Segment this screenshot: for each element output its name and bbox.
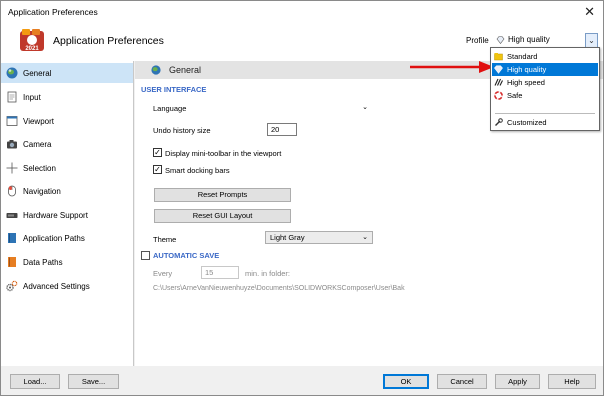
input-page-icon: [7, 91, 17, 103]
reset-gui-layout-button[interactable]: Reset GUI Layout: [154, 209, 291, 223]
sidebar-item-advanced-settings[interactable]: Advanced Settings: [1, 276, 133, 296]
hardware-icon: [6, 213, 18, 218]
crosshair-icon: [6, 162, 18, 174]
sidebar-item-label: Input: [23, 93, 41, 102]
lifebuoy-icon: [494, 91, 503, 100]
sidebar-item-label: Selection: [23, 164, 56, 173]
user-interface-section-title: USER INTERFACE: [141, 85, 207, 94]
profile-option-label: High speed: [507, 78, 545, 87]
profile-option-safe[interactable]: Safe: [492, 89, 598, 102]
autosave-interval-field[interactable]: 15: [201, 266, 239, 279]
chevron-down-icon: ⌄: [362, 104, 368, 111]
dialog-footer: Load... Save... OK Cancel Apply Help: [1, 366, 603, 395]
theme-value: Light Gray: [270, 233, 305, 242]
automatic-save-checkbox[interactable]: [141, 251, 150, 260]
globe-icon: [151, 65, 161, 75]
sidebar-item-label: Camera: [23, 140, 52, 149]
minutes-in-folder-label: min. in folder:: [245, 269, 291, 278]
sidebar-item-label: Advanced Settings: [23, 282, 90, 291]
profile-dropdown-list: Standard High quality High speed Safe Cu…: [490, 47, 600, 131]
dropdown-separator: [495, 113, 595, 114]
sidebar-item-label: Data Paths: [23, 258, 63, 267]
annotation-arrow: [410, 61, 494, 73]
apply-button[interactable]: Apply: [495, 374, 540, 389]
every-label: Every: [153, 269, 173, 278]
sidebar-item-viewport[interactable]: Viewport: [1, 111, 133, 131]
ok-button[interactable]: OK: [383, 374, 429, 389]
automatic-save-section-title: AUTOMATIC SAVE: [153, 251, 220, 260]
mini-toolbar-checkbox[interactable]: ✓: [153, 148, 162, 157]
sidebar-item-application-paths[interactable]: Application Paths: [1, 228, 133, 248]
profile-option-label: Standard: [507, 52, 538, 61]
viewport-icon: [6, 116, 18, 126]
profile-option-standard[interactable]: Standard: [492, 50, 598, 63]
theme-select[interactable]: Light Gray ⌄: [265, 231, 373, 244]
sidebar-item-selection[interactable]: Selection: [1, 158, 133, 178]
chevron-down-icon[interactable]: ⌄: [585, 33, 598, 48]
mini-toolbar-label: Display mini-toolbar in the viewport: [165, 149, 282, 158]
autosave-folder-path[interactable]: C:\Users\ArneVanNieuwenhuyze\Documents\S…: [153, 285, 405, 292]
chevron-down-icon: ⌄: [362, 234, 368, 241]
smart-docking-label: Smart docking bars: [165, 166, 230, 175]
reset-prompts-button[interactable]: Reset Prompts: [154, 188, 291, 202]
sidebar-item-label: Hardware Support: [23, 211, 88, 220]
load-button[interactable]: Load...: [10, 374, 60, 389]
sidebar-item-input[interactable]: Input: [1, 87, 133, 107]
profile-option-customized[interactable]: Customized: [492, 116, 598, 129]
theme-label: Theme: [153, 235, 177, 244]
sidebar-item-camera[interactable]: Camera: [1, 134, 133, 154]
gears-icon: [6, 280, 18, 292]
undo-history-label: Undo history size: [153, 126, 211, 135]
diamond-icon: [494, 65, 503, 74]
language-select[interactable]: ⌄: [265, 101, 373, 114]
profile-option-high-speed[interactable]: High speed: [492, 76, 598, 89]
profile-option-label: Customized: [507, 118, 547, 127]
profile-selected-value: High quality: [508, 35, 550, 44]
smart-docking-checkbox[interactable]: ✓: [153, 165, 162, 174]
preferences-dialog: Application Preferences ✕ 2021 Applicati…: [0, 0, 604, 396]
mouse-icon: [8, 185, 16, 197]
sidebar-item-data-paths[interactable]: Data Paths: [1, 252, 133, 272]
close-icon[interactable]: ✕: [584, 4, 595, 20]
sidebar-item-label: Viewport: [23, 117, 54, 126]
panel-title: General: [169, 65, 202, 75]
wrench-icon: [495, 118, 503, 126]
camera-icon: [7, 140, 17, 149]
profile-option-label: Safe: [507, 91, 523, 100]
data-book-icon: [8, 257, 16, 267]
sidebar-item-label: General: [23, 69, 52, 78]
sidebar-item-label: Navigation: [23, 187, 61, 196]
sidebar-item-general[interactable]: General: [1, 63, 133, 83]
cancel-button[interactable]: Cancel: [437, 374, 487, 389]
language-label: Language: [153, 104, 187, 113]
category-sidebar: General Input Viewport Camera Selection …: [1, 61, 134, 366]
profile-label: Profile: [466, 36, 489, 45]
sidebar-item-hardware-support[interactable]: Hardware Support: [1, 205, 133, 225]
speed-icon: [494, 78, 503, 86]
title-bar: Application Preferences ✕: [1, 1, 603, 23]
sidebar-item-label: Application Paths: [23, 234, 85, 243]
save-button[interactable]: Save...: [68, 374, 119, 389]
book-icon: [8, 233, 16, 243]
profile-option-label: High quality: [507, 65, 547, 74]
help-button[interactable]: Help: [548, 374, 596, 389]
logo-year: 2021: [25, 46, 39, 52]
folder-icon: [494, 53, 503, 61]
profile-option-high-quality[interactable]: High quality: [492, 63, 598, 76]
composer-2021-logo-icon: 2021: [20, 29, 44, 52]
diamond-icon: [496, 36, 505, 44]
window-title: Application Preferences: [8, 7, 98, 17]
undo-history-field[interactable]: 20: [267, 123, 297, 136]
globe-icon: [6, 67, 18, 79]
sidebar-item-navigation[interactable]: Navigation: [1, 181, 133, 201]
profile-select[interactable]: High quality ⌄: [494, 33, 598, 48]
header-title: Application Preferences: [53, 35, 164, 47]
